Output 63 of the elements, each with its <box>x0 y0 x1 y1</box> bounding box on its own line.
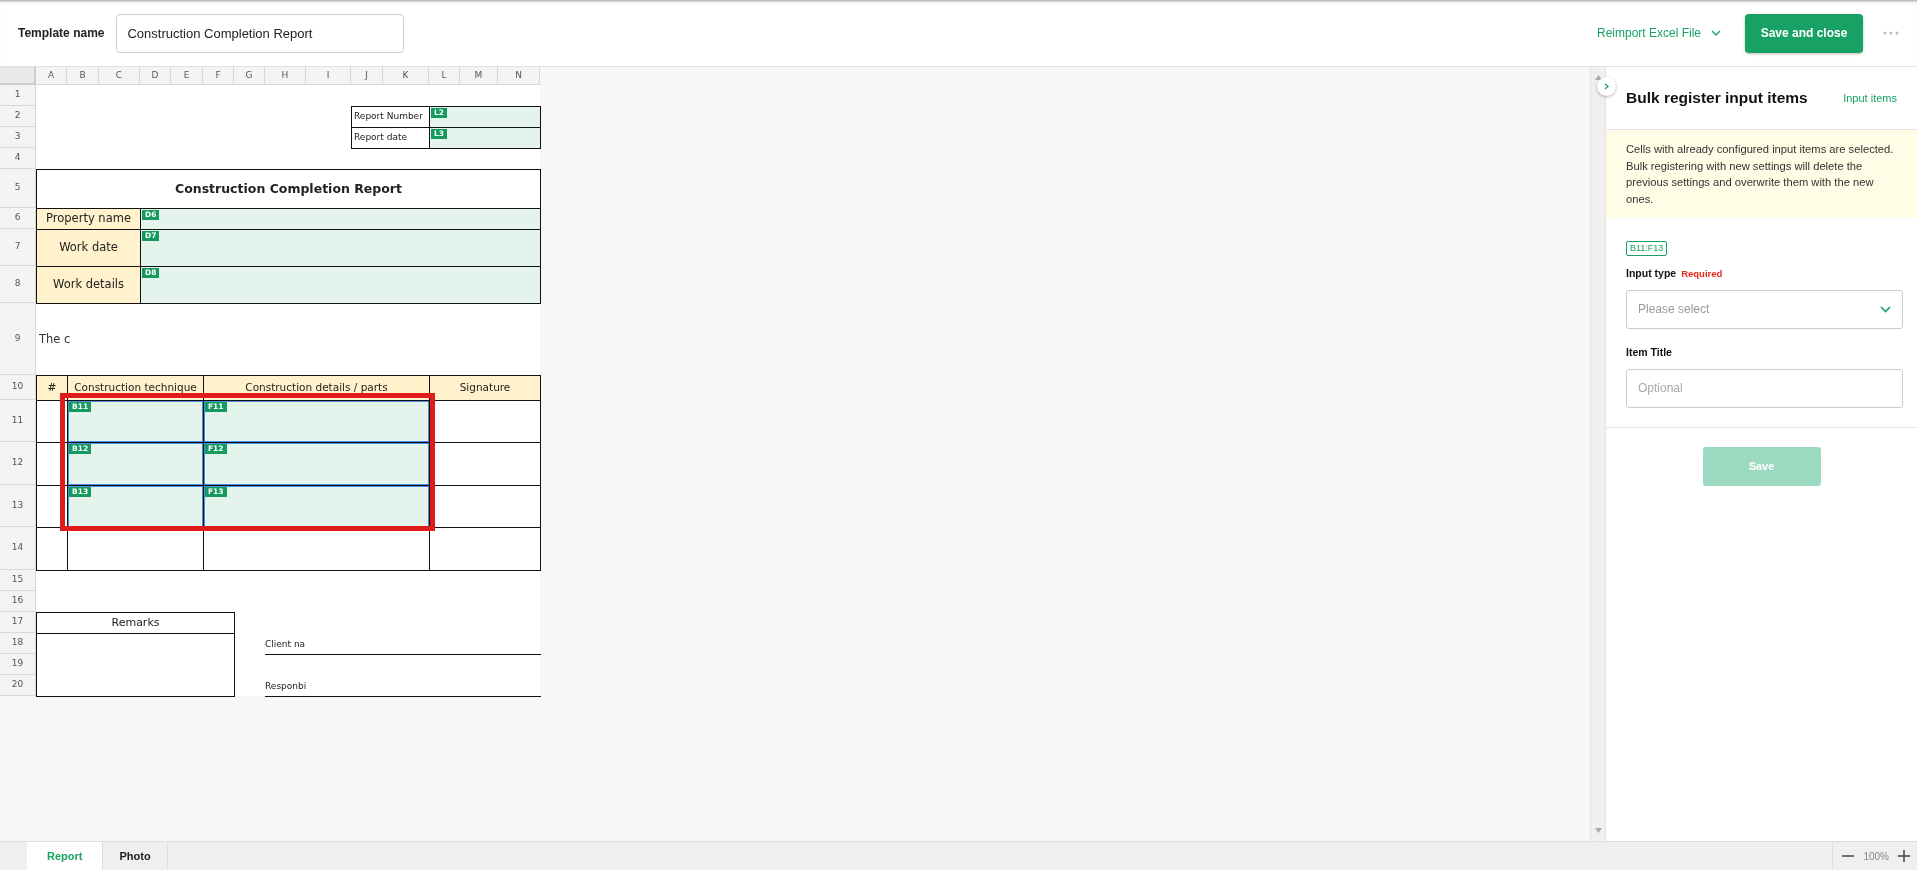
chevron-down-icon <box>1711 30 1721 36</box>
column-header[interactable]: E <box>171 67 203 85</box>
template-name-label: Template name <box>18 25 105 42</box>
signature-line-label: Responbi <box>265 675 541 697</box>
row-header[interactable]: 10 <box>0 375 36 400</box>
column-header[interactable]: C <box>99 67 140 85</box>
section-title: Remarks <box>36 612 235 634</box>
input-type-label: Input type <box>1626 266 1677 281</box>
row-header[interactable]: 18 <box>0 633 36 654</box>
row-header[interactable]: 1 <box>0 85 36 106</box>
column-header[interactable]: I <box>306 67 351 85</box>
signature-line-label: Client na <box>265 633 541 655</box>
row-header[interactable]: 2 <box>0 106 36 127</box>
row-header[interactable]: 12 <box>0 442 36 485</box>
item-title-field[interactable]: Optional <box>1626 368 1903 408</box>
zoom-in-button[interactable] <box>1898 850 1910 862</box>
chevron-down-icon <box>1880 305 1891 313</box>
field-label: Work date <box>36 229 141 267</box>
row-header[interactable]: 9 <box>0 303 36 375</box>
row-header[interactable]: 14 <box>0 527 36 570</box>
column-header[interactable]: F <box>203 67 234 85</box>
column-title: Signature <box>429 375 541 401</box>
scroll-down-icon[interactable] <box>1594 828 1602 833</box>
row-header[interactable]: 17 <box>0 612 36 633</box>
cell-range-tag: B11:F13 <box>1626 241 1668 256</box>
row-header[interactable]: 15 <box>0 570 36 591</box>
select-all-corner[interactable] <box>0 67 36 85</box>
scroll-up-icon[interactable] <box>1594 75 1602 80</box>
required-label: Required <box>1681 266 1723 281</box>
row-header[interactable]: 6 <box>0 208 36 229</box>
plus-icon <box>1898 850 1910 862</box>
row-header[interactable]: 8 <box>0 266 36 303</box>
chevron-right-icon <box>1604 83 1609 90</box>
row-header[interactable]: 19 <box>0 654 36 675</box>
column-header[interactable]: N <box>498 67 540 85</box>
cell-text: The c <box>38 330 72 348</box>
zoom-level: 100% <box>1863 849 1889 864</box>
row-header[interactable]: 4 <box>0 148 36 169</box>
column-header[interactable]: D <box>140 67 171 85</box>
panel-title: Bulk register input items <box>1626 88 1808 109</box>
sheet-tab[interactable]: Photo <box>103 842 168 870</box>
row-header[interactable]: 3 <box>0 127 36 148</box>
more-icon[interactable] <box>1883 31 1899 35</box>
field-label: Work details <box>36 266 141 304</box>
column-header[interactable]: A <box>36 67 67 85</box>
column-header[interactable]: B <box>67 67 99 85</box>
row-header[interactable]: 16 <box>0 591 36 612</box>
row-header[interactable]: 11 <box>0 400 36 442</box>
row-header[interactable]: 13 <box>0 485 36 527</box>
row-header[interactable]: 7 <box>0 229 36 266</box>
column-header[interactable]: H <box>265 67 306 85</box>
column-header[interactable]: L <box>429 67 460 85</box>
column-header[interactable]: K <box>383 67 429 85</box>
field-label: Property name <box>36 208 141 230</box>
column-title: # <box>36 375 68 401</box>
row-header[interactable]: 20 <box>0 675 36 696</box>
item-title-label: Item Title <box>1626 344 1673 360</box>
column-header[interactable]: J <box>351 67 383 85</box>
column-header[interactable]: M <box>460 67 498 85</box>
notice-message: Cells with already configured input items are selected. Bulk registering with new settings will delete the previous settings and overwrite them with the new ones. <box>1606 130 1917 218</box>
row-header[interactable]: 5 <box>0 169 36 208</box>
template-name-field[interactable]: Construction Completion Report <box>116 13 405 53</box>
column-header[interactable]: G <box>234 67 265 85</box>
